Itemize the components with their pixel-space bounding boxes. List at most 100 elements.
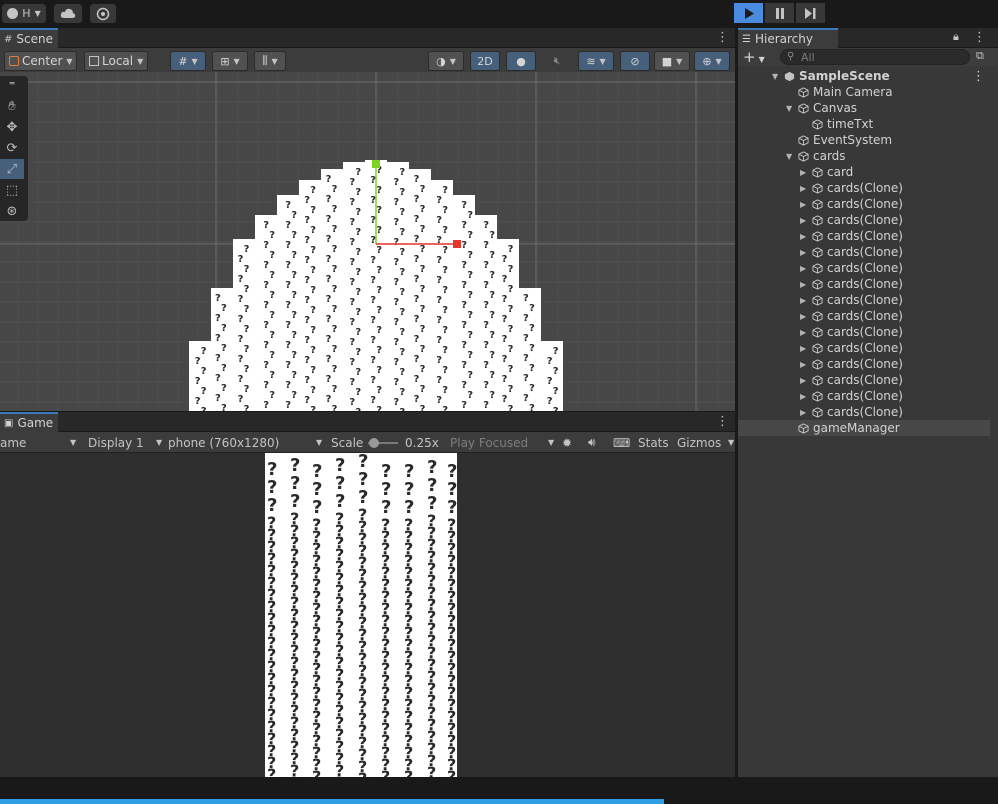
tab-game[interactable]: ▣ Game (0, 412, 58, 432)
mode-2d-toggle[interactable]: 2D (470, 51, 500, 71)
collapsed-arrow-icon[interactable]: ▶ (800, 232, 806, 241)
collapsed-arrow-icon[interactable]: ▶ (800, 280, 806, 289)
cloud-button[interactable] (54, 4, 82, 23)
pivot-dropdown[interactable]: Center ▼ (4, 51, 77, 71)
account-dropdown[interactable]: H ▼ (2, 4, 46, 23)
gameobject-icon (798, 86, 809, 98)
search-input[interactable]: ⚲ All (780, 49, 970, 65)
scene-menu-icon[interactable]: ⋮ (972, 69, 985, 84)
collapsed-arrow-icon[interactable]: ▶ (800, 328, 806, 337)
bug-icon[interactable]: ✹ (562, 432, 572, 453)
audio-toggle[interactable]: 🔇︎ (542, 51, 572, 71)
expand-arrow-icon[interactable]: ▼ (786, 152, 792, 161)
tab-scene[interactable]: # Scene (0, 28, 58, 48)
hierarchy-item[interactable]: ▶ cards(Clone) (738, 340, 990, 356)
services-button[interactable] (90, 4, 116, 23)
pause-button[interactable] (765, 3, 794, 23)
increment-snap-toggle[interactable]: ⫼ ▼ (254, 51, 286, 71)
add-button[interactable]: + ▼ (743, 48, 765, 66)
collapsed-arrow-icon[interactable]: ▶ (800, 376, 806, 385)
hierarchy-item[interactable]: ▶ cards(Clone) (738, 228, 990, 244)
gizmos-dropdown[interactable]: ⊕ ▼ (694, 51, 730, 71)
game-viewport[interactable]: ????????????????????????????????????????… (0, 453, 737, 777)
hierarchy-item[interactable]: ▶ cards(Clone) (738, 324, 990, 340)
collapsed-arrow-icon[interactable]: ▶ (800, 392, 806, 401)
hierarchy-item[interactable]: ▶ cards(Clone) (738, 356, 990, 372)
keyboard-icon[interactable]: ⌨ (613, 432, 630, 453)
hidden-objects-toggle[interactable]: ⊘ (620, 51, 650, 71)
card-glyph: ? (508, 344, 514, 355)
palette-handle-icon[interactable]: ═ (0, 79, 24, 88)
hierarchy-item[interactable]: ▶ cards(Clone) (738, 196, 990, 212)
grid-snap-toggle[interactable]: # ▼ (170, 51, 206, 71)
tab-hierarchy[interactable]: ☰ Hierarchy (738, 28, 838, 48)
hierarchy-item[interactable]: timeTxt (738, 116, 990, 132)
hand-tool-icon[interactable]: ✋︎ (0, 96, 24, 116)
collapsed-arrow-icon[interactable]: ▶ (800, 200, 806, 209)
hierarchy-item[interactable]: ▶ cards(Clone) (738, 388, 990, 404)
stats-button[interactable]: Stats (638, 432, 669, 453)
camera-dropdown[interactable]: ■ ▼ (654, 51, 690, 71)
hierarchy-item[interactable]: ▼ Canvas (738, 100, 990, 116)
hierarchy-item[interactable]: ▶ cards(Clone) (738, 212, 990, 228)
hierarchy-item[interactable]: gameManager (738, 420, 990, 436)
collapsed-arrow-icon[interactable]: ▶ (800, 184, 806, 193)
move-tool-icon[interactable]: ✥ (0, 117, 24, 137)
chevron-down-icon[interactable]: ▼ (728, 432, 734, 453)
search-options-icon[interactable]: ⧉ (976, 49, 984, 63)
effects-dropdown[interactable]: ≋ ▼ (578, 51, 614, 71)
expand-arrow-icon[interactable]: ▼ (786, 104, 792, 113)
collapsed-arrow-icon[interactable]: ▶ (800, 168, 806, 177)
shading-mode-dropdown[interactable]: ◑ ▼ (428, 51, 464, 71)
transform-tool-icon[interactable]: ⊛ (0, 201, 24, 221)
hierarchy-item[interactable]: ▶ cards(Clone) (738, 404, 990, 420)
hierarchy-item[interactable]: ▶ cards(Clone) (738, 260, 990, 276)
hierarchy-scene-row[interactable]: ▼ SampleScene ⋮ (738, 68, 990, 84)
hierarchy-item[interactable]: ▶ cards(Clone) (738, 244, 990, 260)
scene-menu-icon[interactable]: ⋮ (716, 30, 729, 45)
hierarchy-item[interactable]: Main Camera (738, 84, 990, 100)
collapsed-arrow-icon[interactable]: ▶ (800, 360, 806, 369)
hierarchy-item[interactable]: ▶ card (738, 164, 990, 180)
collapsed-arrow-icon[interactable]: ▶ (800, 216, 806, 225)
scale-tool-icon[interactable]: ⤢ (0, 159, 24, 179)
play-button[interactable] (734, 3, 763, 23)
lighting-toggle[interactable]: ● (506, 51, 536, 71)
speaker-icon[interactable]: 🔊︎ (588, 432, 596, 453)
hierarchy-item[interactable]: ▶ cards(Clone) (738, 292, 990, 308)
gameobject-icon (812, 198, 823, 210)
hierarchy-item[interactable]: ▶ cards(Clone) (738, 308, 990, 324)
hierarchy-menu-icon[interactable]: ⋮ (973, 30, 986, 45)
card-glyph: ? (399, 267, 405, 278)
collapsed-arrow-icon[interactable]: ▶ (800, 264, 806, 273)
expand-arrow-icon[interactable]: ▼ (772, 72, 778, 81)
hierarchy-item[interactable]: ▶ cards(Clone) (738, 276, 990, 292)
collapsed-arrow-icon[interactable]: ▶ (800, 296, 806, 305)
hierarchy-item[interactable]: ▶ cards(Clone) (738, 180, 990, 196)
game-menu-icon[interactable]: ⋮ (716, 414, 729, 429)
scale-slider-thumb[interactable] (369, 438, 379, 448)
rotate-tool-icon[interactable]: ⟳ (0, 138, 24, 158)
lock-icon[interactable]: 🔒︎ (953, 30, 959, 44)
scene-viewport[interactable]: ????????????????????????????????????????… (0, 72, 735, 411)
game-view-dropdown[interactable]: ame ▼ (0, 432, 78, 453)
panel-divider[interactable] (735, 28, 738, 777)
gizmos-button[interactable]: Gizmos (677, 432, 721, 453)
card-glyph: ? (420, 364, 426, 375)
collapsed-arrow-icon[interactable]: ▶ (800, 408, 806, 417)
globe-icon: ⊕ (702, 54, 712, 68)
display-dropdown[interactable]: Display 1 ▼ (88, 432, 162, 453)
rect-tool-icon[interactable]: ⬚ (0, 180, 24, 200)
collapsed-arrow-icon[interactable]: ▶ (800, 248, 806, 257)
hierarchy-item[interactable]: ▼ cards (738, 148, 990, 164)
hierarchy-item[interactable]: ▶ cards(Clone) (738, 372, 990, 388)
grid-toggle[interactable]: ⊞ ▼ (212, 51, 248, 71)
hierarchy-item[interactable]: EventSystem (738, 132, 990, 148)
resolution-dropdown[interactable]: phone (760x1280) ▼ (168, 432, 324, 453)
space-dropdown[interactable]: Local ▼ (84, 51, 148, 71)
step-button[interactable] (796, 3, 825, 23)
play-mode-dropdown[interactable]: Play Focused ▼ (450, 432, 554, 453)
gameobject-icon (812, 326, 823, 338)
collapsed-arrow-icon[interactable]: ▶ (800, 344, 806, 353)
collapsed-arrow-icon[interactable]: ▶ (800, 312, 806, 321)
